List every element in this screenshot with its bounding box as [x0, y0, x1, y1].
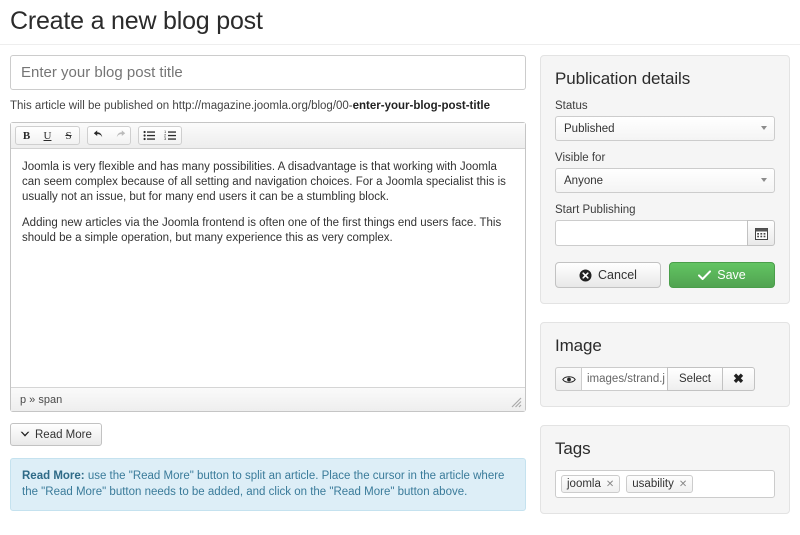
check-icon — [698, 269, 712, 280]
alert-body-text: use the "Read More" button to split an a… — [22, 470, 505, 498]
tag-remove-icon[interactable]: ✕ — [606, 479, 614, 490]
editor-toolbar: B U S 1 2 3 — [11, 123, 525, 149]
visible-for-select[interactable]: Anyone — [555, 168, 775, 193]
editor-status-bar: p » span — [11, 387, 525, 411]
publication-actions: Cancel Save — [555, 262, 775, 288]
chevron-down-icon — [761, 178, 767, 182]
read-more-button[interactable]: Read More — [10, 423, 102, 446]
visible-for-select-wrapper: Anyone — [555, 168, 775, 193]
status-select-value: Published — [564, 122, 615, 135]
editor-element-path: p » span — [20, 393, 63, 406]
permalink-slug: enter-your-blog-post-title — [352, 100, 490, 112]
status-select[interactable]: Published — [555, 116, 775, 141]
tag-chip[interactable]: joomla ✕ — [561, 475, 621, 493]
redo-arrow-icon[interactable] — [109, 127, 130, 144]
tags-input-box[interactable]: joomla ✕ usability ✕ — [555, 470, 775, 498]
right-column: Publication details Status Published Vis… — [540, 55, 790, 532]
save-button[interactable]: Save — [669, 262, 775, 288]
image-panel: Image images/strand.j Select ✖ — [540, 322, 790, 407]
rich-text-editor: B U S 1 2 3 Joomla is very flexible and … — [10, 122, 526, 412]
eye-icon — [561, 375, 576, 383]
editor-content-area[interactable]: Joomla is very flexible and has many pos… — [11, 149, 525, 387]
tag-chip[interactable]: usability ✕ — [626, 475, 694, 493]
image-path-field[interactable]: images/strand.j — [581, 367, 667, 391]
start-publishing-row — [555, 220, 775, 246]
visible-for-label: Visible for — [555, 152, 606, 164]
undo-arrow-icon[interactable] — [88, 127, 109, 144]
status-label: Status — [555, 100, 588, 112]
save-button-label: Save — [717, 268, 746, 282]
tags-panel: Tags joomla ✕ usability ✕ — [540, 425, 790, 514]
read-more-info-alert: Read More: use the "Read More" button to… — [10, 458, 526, 511]
image-panel-title: Image — [555, 336, 602, 355]
underline-icon[interactable]: U — [37, 127, 58, 144]
tag-label: usability — [632, 478, 674, 490]
ordered-list-icon[interactable]: 1 2 3 — [160, 127, 181, 144]
permalink-prefix: This article will be published on http:/… — [10, 100, 353, 112]
resize-handle-icon[interactable] — [511, 397, 522, 408]
caret-down-icon — [20, 431, 30, 437]
header-divider — [0, 44, 800, 45]
status-select-wrapper: Published — [555, 116, 775, 141]
start-publishing-input[interactable] — [555, 220, 747, 246]
cancel-circle-icon — [579, 269, 592, 281]
permalink-hint: This article will be published on http:/… — [10, 99, 526, 113]
svg-text:3: 3 — [164, 136, 167, 141]
history-button-group — [87, 126, 131, 145]
cancel-button[interactable]: Cancel — [555, 262, 661, 288]
publication-details-panel: Publication details Status Published Vis… — [540, 55, 790, 304]
format-button-group: B U S — [15, 126, 80, 145]
chevron-down-icon — [761, 126, 767, 130]
tags-panel-title: Tags — [555, 439, 591, 458]
list-button-group: 1 2 3 — [138, 126, 182, 145]
read-more-button-label: Read More — [35, 428, 92, 441]
start-publishing-label: Start Publishing — [555, 204, 636, 216]
editor-paragraph: Adding new articles via the Joomla front… — [22, 217, 502, 244]
image-preview-button[interactable] — [555, 367, 581, 391]
page-title: Create a new blog post — [10, 7, 263, 35]
page-root: Create a new blog post This article will… — [0, 0, 800, 535]
strikethrough-icon[interactable]: S — [58, 127, 79, 144]
calendar-icon — [754, 227, 768, 240]
unordered-list-icon[interactable] — [139, 127, 160, 144]
alert-strong-label: Read More: — [22, 470, 85, 482]
cancel-button-label: Cancel — [598, 268, 637, 282]
image-select-button[interactable]: Select — [667, 367, 723, 391]
blog-post-title-input[interactable] — [10, 55, 526, 90]
calendar-picker-button[interactable] — [747, 220, 775, 246]
publication-panel-title: Publication details — [555, 69, 691, 88]
bold-icon[interactable]: B — [16, 127, 37, 144]
tag-remove-icon[interactable]: ✕ — [679, 479, 687, 490]
editor-paragraph: Joomla is very flexible and has many pos… — [22, 161, 506, 203]
tag-label: joomla — [567, 478, 601, 490]
left-column: This article will be published on http:/… — [10, 55, 526, 511]
visible-for-select-value: Anyone — [564, 174, 604, 187]
image-field-row: images/strand.j Select ✖ — [555, 367, 775, 391]
close-x-icon[interactable]: ✖ — [722, 367, 755, 391]
